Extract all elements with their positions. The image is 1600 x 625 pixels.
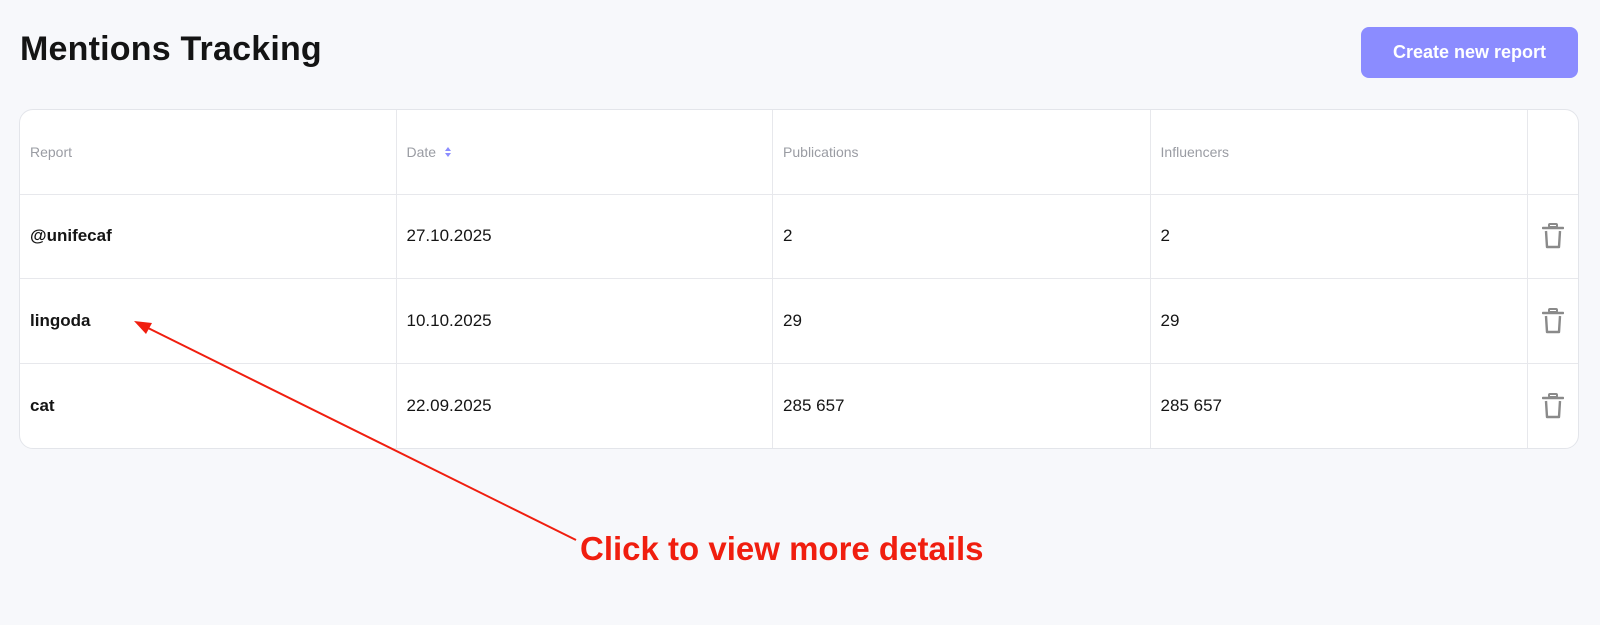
actions-cell <box>1528 364 1578 449</box>
column-header-date-label: Date <box>406 143 437 160</box>
column-header-influencers-label: Influencers <box>1160 143 1230 160</box>
publications-value: 2 <box>783 226 793 246</box>
actions-cell <box>1528 279 1578 363</box>
trash-icon[interactable] <box>1542 392 1565 419</box>
influencers-cell: 2 <box>1151 194 1529 278</box>
page: Mentions Tracking Create new report Repo… <box>0 0 1600 625</box>
influencers-cell: 285 657 <box>1151 363 1529 448</box>
column-header-date[interactable]: Date <box>397 110 774 194</box>
influencers-value: 29 <box>1160 310 1180 330</box>
influencers-cell: 29 <box>1151 279 1529 363</box>
publications-cell: 285 657 <box>773 363 1151 448</box>
trash-icon[interactable] <box>1542 223 1565 249</box>
influencers-value: 285 657 <box>1160 395 1222 415</box>
report-cell[interactable]: cat <box>20 363 397 448</box>
column-header-publications-label: Publications <box>783 143 859 160</box>
date-value: 27.10.2025 <box>406 226 492 246</box>
date-cell: 10.10.2025 <box>397 279 774 363</box>
publications-value: 29 <box>783 310 802 330</box>
column-header-actions <box>1528 110 1578 194</box>
table-row[interactable]: cat 22.09.2025 285 657 285 657 <box>20 363 1578 449</box>
publications-cell: 2 <box>773 194 1151 278</box>
reports-table: Report Date Publications Influencers @un… <box>19 109 1579 449</box>
report-name[interactable]: lingoda <box>30 311 90 331</box>
trash-icon[interactable] <box>1542 307 1565 334</box>
publications-cell: 29 <box>773 279 1151 363</box>
column-header-report-label: Report <box>30 143 73 160</box>
date-value: 10.10.2025 <box>406 310 492 330</box>
page-title: Mentions Tracking <box>20 30 322 68</box>
column-header-publications: Publications <box>773 110 1151 194</box>
report-cell[interactable]: @unifecaf <box>20 194 397 278</box>
actions-cell <box>1528 195 1578 279</box>
date-value: 22.09.2025 <box>406 395 492 415</box>
date-cell: 27.10.2025 <box>397 194 774 278</box>
report-name[interactable]: @unifecaf <box>30 226 112 246</box>
publications-value: 285 657 <box>783 395 845 415</box>
influencers-value: 2 <box>1160 226 1171 246</box>
column-header-report: Report <box>20 110 397 194</box>
annotation-text: Click to view more details <box>580 530 984 567</box>
table-row[interactable]: lingoda 10.10.2025 29 29 <box>20 279 1578 364</box>
report-name[interactable]: cat <box>30 396 55 416</box>
report-cell[interactable]: lingoda <box>20 279 397 363</box>
table-row[interactable]: @unifecaf 27.10.2025 2 2 <box>20 194 1578 279</box>
table-header-row: Report Date Publications Influencers <box>20 110 1578 195</box>
column-header-influencers: Influencers <box>1151 110 1529 194</box>
create-new-report-button[interactable]: Create new report <box>1361 27 1578 78</box>
sort-up-down-icon[interactable] <box>444 146 452 158</box>
date-cell: 22.09.2025 <box>397 363 774 448</box>
